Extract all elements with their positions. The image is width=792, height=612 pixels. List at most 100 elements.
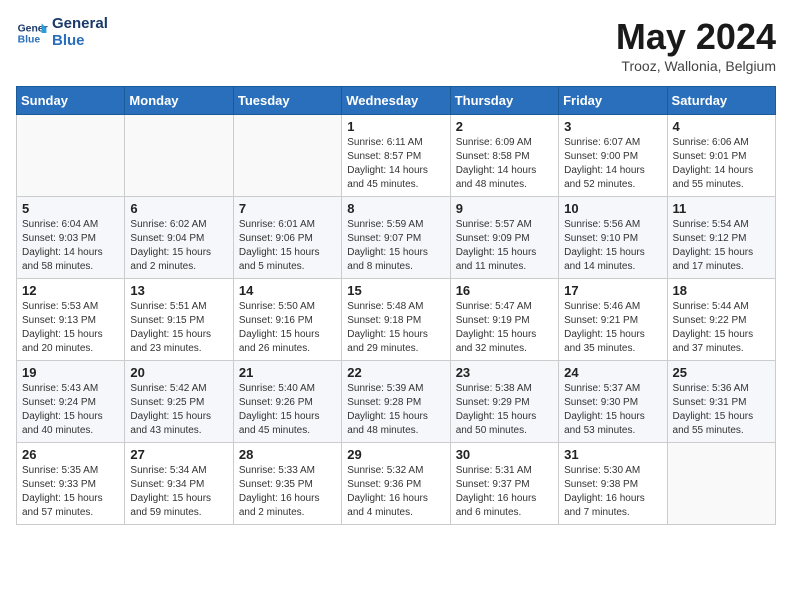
day-number: 25 xyxy=(673,365,770,380)
calendar-cell: 16 Sunrise: 5:47 AMSunset: 9:19 PMDayligh… xyxy=(450,279,558,361)
calendar-cell: 25 Sunrise: 5:36 AMSunset: 9:31 PMDayligh… xyxy=(667,361,775,443)
header-sunday: Sunday xyxy=(17,87,125,115)
day-number: 4 xyxy=(673,119,770,134)
day-info: Sunrise: 5:34 AMSunset: 9:34 PMDaylight:… xyxy=(130,464,227,520)
calendar-cell: 21 Sunrise: 5:40 AMSunset: 9:26 PMDayligh… xyxy=(233,361,341,443)
day-info: Sunrise: 5:53 AMSunset: 9:13 PMDaylight:… xyxy=(22,300,119,356)
day-number: 18 xyxy=(673,283,770,298)
calendar-cell: 24 Sunrise: 5:37 AMSunset: 9:30 PMDayligh… xyxy=(559,361,667,443)
location-text: Trooz, Wallonia, Belgium xyxy=(616,58,776,74)
day-number: 14 xyxy=(239,283,336,298)
logo: General Blue General Blue xyxy=(16,16,108,49)
day-info: Sunrise: 5:35 AMSunset: 9:33 PMDaylight:… xyxy=(22,464,119,520)
day-info: Sunrise: 5:40 AMSunset: 9:26 PMDaylight:… xyxy=(239,382,336,438)
day-number: 26 xyxy=(22,447,119,462)
day-info: Sunrise: 6:06 AMSunset: 9:01 PMDaylight:… xyxy=(673,136,770,192)
day-number: 10 xyxy=(564,201,661,216)
calendar-table: Sunday Monday Tuesday Wednesday Thursday… xyxy=(16,86,776,525)
day-number: 1 xyxy=(347,119,444,134)
day-info: Sunrise: 6:02 AMSunset: 9:04 PMDaylight:… xyxy=(130,218,227,274)
header-saturday: Saturday xyxy=(667,87,775,115)
calendar-header-row: Sunday Monday Tuesday Wednesday Thursday… xyxy=(17,87,776,115)
calendar-cell xyxy=(667,443,775,525)
calendar-cell: 27 Sunrise: 5:34 AMSunset: 9:34 PMDayligh… xyxy=(125,443,233,525)
day-number: 27 xyxy=(130,447,227,462)
day-number: 29 xyxy=(347,447,444,462)
calendar-cell: 8 Sunrise: 5:59 AMSunset: 9:07 PMDaylight… xyxy=(342,197,450,279)
calendar-cell: 28 Sunrise: 5:33 AMSunset: 9:35 PMDayligh… xyxy=(233,443,341,525)
calendar-cell: 11Sunrise: 5:54 AMSunset: 9:12 PMDayligh… xyxy=(667,197,775,279)
day-info: Sunrise: 5:32 AMSunset: 9:36 PMDaylight:… xyxy=(347,464,444,520)
day-number: 8 xyxy=(347,201,444,216)
day-info: Sunrise: 6:11 AMSunset: 8:57 PMDaylight:… xyxy=(347,136,444,192)
calendar-cell: 6 Sunrise: 6:02 AMSunset: 9:04 PMDaylight… xyxy=(125,197,233,279)
calendar-cell: 15Sunrise: 5:48 AMSunset: 9:18 PMDayligh… xyxy=(342,279,450,361)
calendar-week-3: 12 Sunrise: 5:53 AMSunset: 9:13 PMDayligh… xyxy=(17,279,776,361)
calendar-cell: 1 Sunrise: 6:11 AMSunset: 8:57 PMDaylight… xyxy=(342,115,450,197)
calendar-cell: 19Sunrise: 5:43 AMSunset: 9:24 PMDayligh… xyxy=(17,361,125,443)
title-area: May 2024 Trooz, Wallonia, Belgium xyxy=(616,16,776,74)
day-number: 17 xyxy=(564,283,661,298)
calendar-cell: 4 Sunrise: 6:06 AMSunset: 9:01 PMDaylight… xyxy=(667,115,775,197)
calendar-cell: 31 Sunrise: 5:30 AMSunset: 9:38 PMDayligh… xyxy=(559,443,667,525)
day-number: 9 xyxy=(456,201,553,216)
header-monday: Monday xyxy=(125,87,233,115)
day-info: Sunrise: 5:31 AMSunset: 9:37 PMDaylight:… xyxy=(456,464,553,520)
day-number: 3 xyxy=(564,119,661,134)
calendar-cell: 17Sunrise: 5:46 AMSunset: 9:21 PMDayligh… xyxy=(559,279,667,361)
day-info: Sunrise: 5:39 AMSunset: 9:28 PMDaylight:… xyxy=(347,382,444,438)
day-info: Sunrise: 5:44 AMSunset: 9:22 PMDaylight:… xyxy=(673,300,770,356)
day-number: 20 xyxy=(130,365,227,380)
day-info: Sunrise: 5:33 AMSunset: 9:35 PMDaylight:… xyxy=(239,464,336,520)
calendar-cell: 30Sunrise: 5:31 AMSunset: 9:37 PMDayligh… xyxy=(450,443,558,525)
day-info: Sunrise: 5:47 AMSunset: 9:19 PMDaylight:… xyxy=(456,300,553,356)
calendar-cell: 9Sunrise: 5:57 AMSunset: 9:09 PMDaylight… xyxy=(450,197,558,279)
calendar-cell: 18 Sunrise: 5:44 AMSunset: 9:22 PMDayligh… xyxy=(667,279,775,361)
day-info: Sunrise: 5:30 AMSunset: 9:38 PMDaylight:… xyxy=(564,464,661,520)
day-number: 6 xyxy=(130,201,227,216)
day-info: Sunrise: 5:51 AMSunset: 9:15 PMDaylight:… xyxy=(130,300,227,356)
calendar-cell: 22Sunrise: 5:39 AMSunset: 9:28 PMDayligh… xyxy=(342,361,450,443)
day-info: Sunrise: 5:43 AMSunset: 9:24 PMDaylight:… xyxy=(22,382,119,438)
calendar-week-1: 1 Sunrise: 6:11 AMSunset: 8:57 PMDaylight… xyxy=(17,115,776,197)
calendar-cell: 12 Sunrise: 5:53 AMSunset: 9:13 PMDayligh… xyxy=(17,279,125,361)
header-wednesday: Wednesday xyxy=(342,87,450,115)
calendar-cell: 23Sunrise: 5:38 AMSunset: 9:29 PMDayligh… xyxy=(450,361,558,443)
calendar-cell xyxy=(17,115,125,197)
day-info: Sunrise: 6:07 AMSunset: 9:00 PMDaylight:… xyxy=(564,136,661,192)
logo-icon: General Blue xyxy=(16,17,48,49)
day-number: 31 xyxy=(564,447,661,462)
svg-text:Blue: Blue xyxy=(18,34,41,45)
calendar-cell: 5Sunrise: 6:04 AMSunset: 9:03 PMDaylight… xyxy=(17,197,125,279)
day-number: 21 xyxy=(239,365,336,380)
day-number: 7 xyxy=(239,201,336,216)
header-friday: Friday xyxy=(559,87,667,115)
day-number: 24 xyxy=(564,365,661,380)
day-info: Sunrise: 5:36 AMSunset: 9:31 PMDaylight:… xyxy=(673,382,770,438)
day-info: Sunrise: 5:48 AMSunset: 9:18 PMDaylight:… xyxy=(347,300,444,356)
month-title: May 2024 xyxy=(616,16,776,58)
header-tuesday: Tuesday xyxy=(233,87,341,115)
day-number: 12 xyxy=(22,283,119,298)
calendar-week-2: 5Sunrise: 6:04 AMSunset: 9:03 PMDaylight… xyxy=(17,197,776,279)
calendar-cell: 29 Sunrise: 5:32 AMSunset: 9:36 PMDayligh… xyxy=(342,443,450,525)
day-info: Sunrise: 5:54 AMSunset: 9:12 PMDaylight:… xyxy=(673,218,770,274)
calendar-cell: 26 Sunrise: 5:35 AMSunset: 9:33 PMDayligh… xyxy=(17,443,125,525)
day-number: 13 xyxy=(130,283,227,298)
day-number: 2 xyxy=(456,119,553,134)
day-info: Sunrise: 5:37 AMSunset: 9:30 PMDaylight:… xyxy=(564,382,661,438)
day-info: Sunrise: 5:38 AMSunset: 9:29 PMDaylight:… xyxy=(456,382,553,438)
day-number: 16 xyxy=(456,283,553,298)
day-info: Sunrise: 6:01 AMSunset: 9:06 PMDaylight:… xyxy=(239,218,336,274)
day-info: Sunrise: 6:09 AMSunset: 8:58 PMDaylight:… xyxy=(456,136,553,192)
day-number: 5 xyxy=(22,201,119,216)
calendar-week-4: 19Sunrise: 5:43 AMSunset: 9:24 PMDayligh… xyxy=(17,361,776,443)
logo-text-blue: Blue xyxy=(52,33,108,50)
calendar-cell xyxy=(125,115,233,197)
calendar-cell: 13 Sunrise: 5:51 AMSunset: 9:15 PMDayligh… xyxy=(125,279,233,361)
day-number: 28 xyxy=(239,447,336,462)
calendar-cell: 20 Sunrise: 5:42 AMSunset: 9:25 PMDayligh… xyxy=(125,361,233,443)
day-info: Sunrise: 5:59 AMSunset: 9:07 PMDaylight:… xyxy=(347,218,444,274)
day-info: Sunrise: 5:42 AMSunset: 9:25 PMDaylight:… xyxy=(130,382,227,438)
day-info: Sunrise: 5:56 AMSunset: 9:10 PMDaylight:… xyxy=(564,218,661,274)
